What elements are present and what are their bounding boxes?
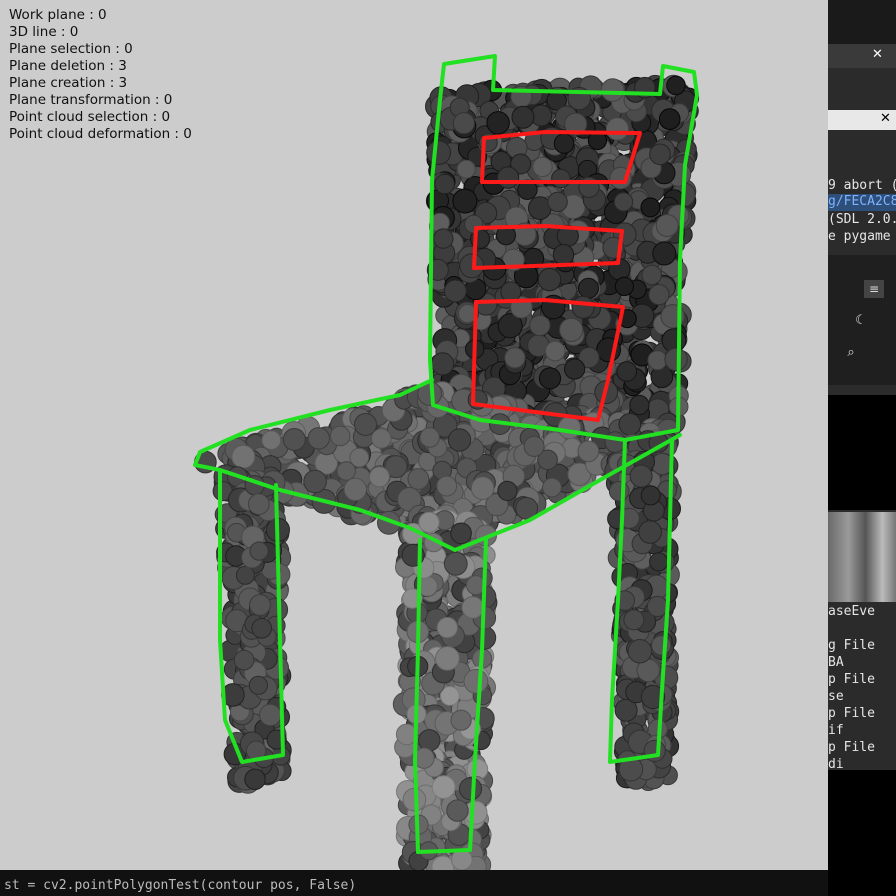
menu-icon[interactable]: ≡ — [864, 280, 884, 298]
terminal-line: g File — [828, 638, 875, 653]
terminal-line: e pygame — [828, 229, 891, 244]
terminal-line: p File — [828, 672, 875, 687]
stat-line: Plane creation : 3 — [9, 75, 128, 91]
stat-line: Work plane : 0 — [9, 7, 107, 23]
terminal-line: if — [828, 723, 844, 738]
terminal-line: se — [828, 689, 844, 704]
stat-line: Plane deletion : 3 — [9, 58, 127, 74]
blurred-thumbnail — [828, 512, 896, 602]
stat-line: Point cloud selection : 0 — [9, 109, 171, 125]
terminal-titlebar — [828, 0, 896, 44]
stat-line: Point cloud deformation : 0 — [9, 126, 192, 142]
terminal-line: p File — [828, 740, 875, 755]
render-viewport[interactable]: Work plane : 0 3D line : 0 Plane selection… — [0, 0, 828, 870]
bottom-terminal-text: st = cv2.pointPolygonTest(contour pos, F… — [4, 878, 357, 893]
terminal-line: g/FECA2C8 — [828, 194, 896, 209]
terminal-line: p File — [828, 706, 875, 721]
stat-line: Plane transformation : 0 — [9, 92, 173, 108]
statistics-panel: Work plane : 0 3D line : 0 Plane selection… — [9, 7, 192, 143]
desktop-gap — [828, 395, 896, 510]
bottom-terminal-strip: st = cv2.pointPolygonTest(contour pos, F… — [0, 870, 828, 896]
stat-line: Plane selection : 0 — [9, 41, 133, 57]
terminal-line: (SDL 2.0. — [828, 212, 896, 227]
search-icon[interactable]: ⌕ — [842, 344, 860, 362]
close-icon[interactable]: ✕ — [872, 48, 886, 62]
terminal-line: BA — [828, 655, 844, 670]
moon-icon[interactable]: ☾ — [852, 312, 870, 330]
stat-line: 3D line : 0 — [9, 24, 79, 40]
desktop-bottom — [828, 770, 896, 896]
close-icon[interactable]: ✕ — [880, 112, 894, 126]
background-terminal-window[interactable]: ✕ ✕ 9 abort (g/FECA2C8 (SDL 2.0. e pygame … — [828, 0, 896, 896]
terminal-line: 9 abort ( — [828, 178, 896, 193]
terminal-line: aseEve — [828, 604, 875, 619]
